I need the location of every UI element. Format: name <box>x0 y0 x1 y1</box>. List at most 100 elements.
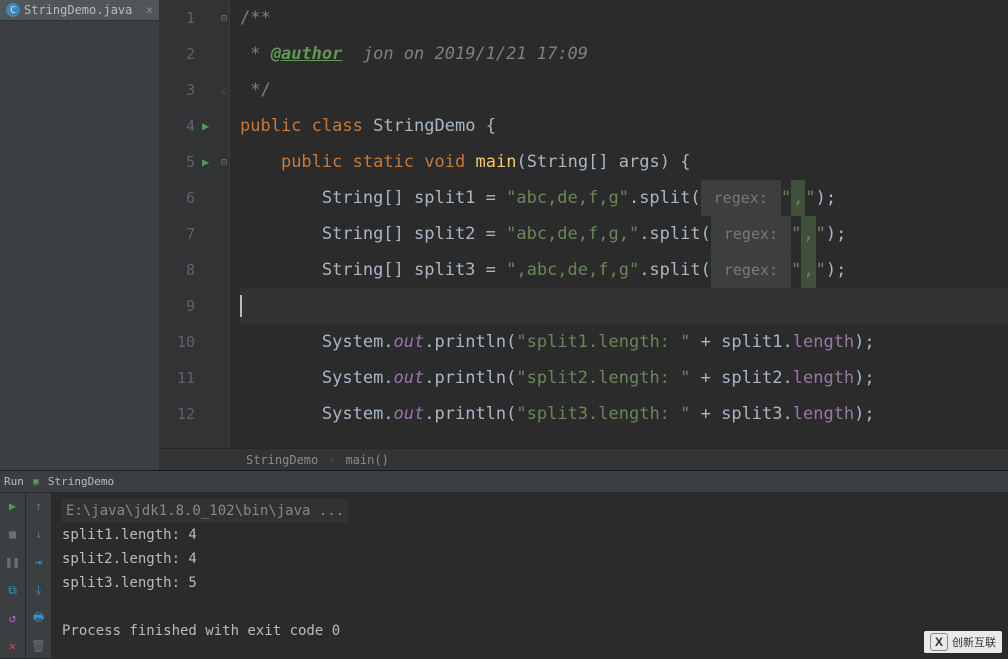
code-text: System. <box>322 324 394 360</box>
field-ref: length <box>793 360 854 396</box>
run-tool-window: Run ▣ StringDemo ▶ ■ ❚❚ ⧉ ↺ ✕ ↑ ↓ ⇥ ⤓ 🖶 … <box>0 470 1008 658</box>
restore-layout-icon[interactable]: ↺ <box>4 609 22 627</box>
code-text: ); <box>854 324 874 360</box>
close-icon[interactable]: × <box>146 3 153 17</box>
run-config-icon: ▣ <box>30 476 42 488</box>
keyword: void <box>424 144 465 180</box>
console-output[interactable]: E:\java\jdk1.8.0_102\bin\java ... split1… <box>52 493 1008 658</box>
string-literal: , <box>801 216 815 252</box>
dump-icon[interactable]: ⧉ <box>4 581 22 599</box>
soft-wrap-icon[interactable]: ⇥ <box>30 553 48 571</box>
breadcrumb-separator: › <box>328 453 335 467</box>
code-text: ); <box>854 396 874 432</box>
code-text: System. <box>322 396 394 432</box>
console-exit-line: Process finished with exit code 0 <box>62 619 998 643</box>
code-text: String[] split2 = <box>322 216 506 252</box>
code-text: String[] split3 = <box>322 252 506 288</box>
string-literal: "abc,de,f,g," <box>506 216 639 252</box>
param-hint: regex: <box>711 216 791 252</box>
line-number: 3 <box>186 81 195 99</box>
line-number: 8 <box>186 261 195 279</box>
print-icon[interactable]: 🖶 <box>30 609 48 627</box>
code-text: jon on 2019/1/21 17:09 <box>342 36 588 72</box>
editor-gutter: 1⊟ 2 3⌞ 4▶ 5▶⊟ 6 7 8 9 10 11 12 <box>160 0 230 448</box>
line-number: 4 <box>186 117 195 135</box>
code-text: (String[] args) { <box>516 144 690 180</box>
run-config-name[interactable]: StringDemo <box>48 475 114 488</box>
fold-end-icon[interactable]: ⌞ <box>221 85 227 96</box>
rerun-icon[interactable]: ▶ <box>4 497 22 515</box>
code-text: { <box>475 108 495 144</box>
line-number: 7 <box>186 225 195 243</box>
param-hint: regex: <box>711 252 791 288</box>
keyword: static <box>353 144 414 180</box>
string-literal: ",abc,de,f,g" <box>506 252 639 288</box>
file-tab-stringdemo[interactable]: C StringDemo.java × <box>0 0 159 21</box>
field-ref: length <box>793 396 854 432</box>
breadcrumb-method[interactable]: main() <box>345 453 388 467</box>
scroll-end-icon[interactable]: ⤓ <box>30 581 48 599</box>
close-run-icon[interactable]: ✕ <box>4 637 22 655</box>
code-text: .split( <box>629 180 701 216</box>
editor-area: 1⊟ 2 3⌞ 4▶ 5▶⊟ 6 7 8 9 10 11 12 /** * @a… <box>160 0 1008 470</box>
fold-icon[interactable]: ⊟ <box>221 157 227 168</box>
code-text: ); <box>826 252 846 288</box>
down-icon[interactable]: ↓ <box>30 525 48 543</box>
breadcrumb-class[interactable]: StringDemo <box>246 453 318 467</box>
string-literal: " <box>791 252 801 288</box>
line-number: 2 <box>186 45 195 63</box>
code-text: .println( <box>424 360 516 396</box>
keyword: class <box>312 108 363 144</box>
code-text: ); <box>854 360 874 396</box>
watermark: X 创新互联 <box>924 631 1002 653</box>
code-text: + split1. <box>690 324 792 360</box>
field-ref: out <box>394 396 425 432</box>
current-line[interactable] <box>240 288 1008 324</box>
fold-icon[interactable]: ⊟ <box>221 13 227 24</box>
code-text: ); <box>816 180 836 216</box>
console-line: split2.length: 4 <box>62 547 998 571</box>
watermark-text: 创新互联 <box>952 634 996 650</box>
console-line: split1.length: 4 <box>62 523 998 547</box>
line-number: 5 <box>186 153 195 171</box>
string-literal: "abc,de,f,g" <box>506 180 629 216</box>
run-toolbar-primary: ▶ ■ ❚❚ ⧉ ↺ ✕ <box>0 493 26 658</box>
string-literal: " <box>791 216 801 252</box>
keyword: public <box>281 144 342 180</box>
run-header: Run ▣ StringDemo <box>0 471 1008 493</box>
java-class-icon: C <box>6 3 20 17</box>
string-literal: "split2.length: " <box>516 360 690 396</box>
code-text: String[] split1 = <box>322 180 506 216</box>
console-line: split3.length: 5 <box>62 571 998 595</box>
javadoc-tag: @author <box>271 36 343 72</box>
code-editor[interactable]: /** * @author jon on 2019/1/21 17:09 */ … <box>230 0 1008 448</box>
run-label: Run <box>4 475 24 488</box>
line-number: 11 <box>177 369 195 387</box>
code-text: .println( <box>424 324 516 360</box>
keyword: public <box>240 108 301 144</box>
code-text: ); <box>826 216 846 252</box>
code-text: */ <box>240 72 271 108</box>
breadcrumb: StringDemo › main() <box>160 448 1008 470</box>
watermark-logo-icon: X <box>930 633 948 651</box>
run-toolbar-secondary: ↑ ↓ ⇥ ⤓ 🖶 🗑 <box>26 493 52 658</box>
run-gutter-icon[interactable]: ▶ <box>202 155 209 169</box>
line-number: 6 <box>186 189 195 207</box>
string-literal: , <box>791 180 805 216</box>
code-text: .split( <box>639 252 711 288</box>
text-cursor <box>240 295 242 317</box>
line-number: 10 <box>177 333 195 351</box>
stop-icon[interactable]: ■ <box>4 525 22 543</box>
code-text: + split2. <box>690 360 792 396</box>
line-number: 9 <box>186 297 195 315</box>
string-literal: "split3.length: " <box>516 396 690 432</box>
run-gutter-icon[interactable]: ▶ <box>202 119 209 133</box>
pause-icon[interactable]: ❚❚ <box>4 553 22 571</box>
trash-icon[interactable]: 🗑 <box>30 637 48 655</box>
up-icon[interactable]: ↑ <box>30 497 48 515</box>
code-text: .println( <box>424 396 516 432</box>
string-literal: , <box>801 252 815 288</box>
code-text: System. <box>322 360 394 396</box>
console-command: E:\java\jdk1.8.0_102\bin\java ... <box>62 499 348 523</box>
string-literal: "split1.length: " <box>516 324 690 360</box>
